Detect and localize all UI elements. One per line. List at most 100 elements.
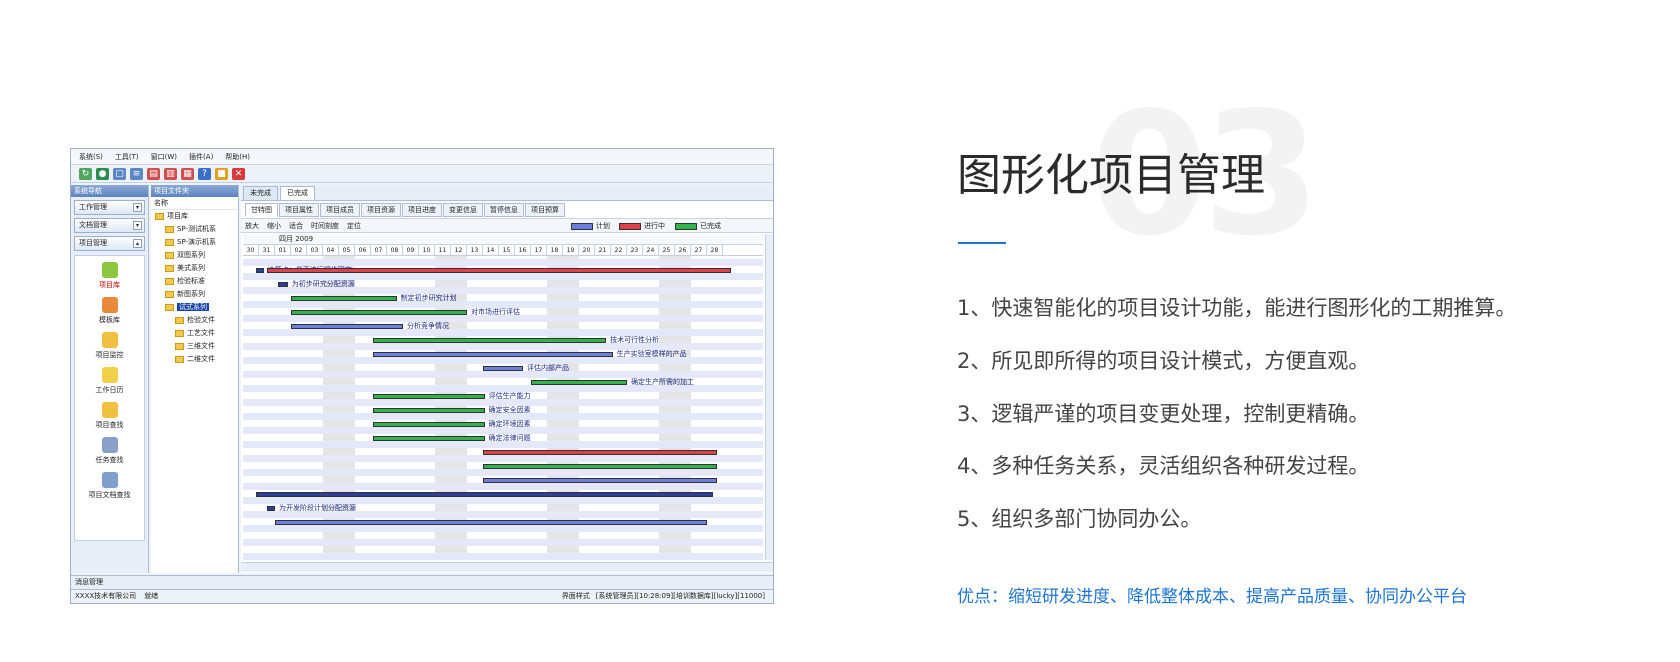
- help-icon[interactable]: ?: [198, 167, 211, 180]
- chart-icon[interactable]: ▥: [164, 167, 177, 180]
- doc-icon[interactable]: ▦: [181, 167, 194, 180]
- menu-item[interactable]: 帮助(H): [225, 152, 250, 162]
- tree-node[interactable]: 三维文件: [151, 340, 238, 353]
- day-label: 08: [387, 245, 403, 256]
- gantt-task-label: 确定生产所需的加工: [631, 378, 694, 386]
- gantt-task-bar[interactable]: [255, 492, 714, 497]
- menu-item[interactable]: 系统(S): [79, 152, 103, 162]
- nav-item-task-search[interactable]: 任务查找: [75, 437, 144, 465]
- folder-icon: [165, 238, 174, 246]
- gantt-task-bar[interactable]: [483, 450, 717, 455]
- gantt-task-bar[interactable]: [275, 520, 707, 525]
- legend-label: 进行中: [644, 222, 665, 230]
- gantt-task-bar[interactable]: [372, 422, 485, 427]
- gantt-subtab[interactable]: 项目进度: [402, 203, 442, 217]
- fit-button[interactable]: 适合: [289, 221, 303, 231]
- refresh-icon[interactable]: ↻: [79, 167, 92, 180]
- nav-group-projects[interactable]: 项目管理 ▴: [74, 236, 145, 251]
- gantt-task-label: 为开发阶段计划分配资源: [279, 504, 356, 512]
- time-scale-dropdown[interactable]: 时间刻度: [311, 221, 339, 231]
- menu-item[interactable]: 工具(T): [115, 152, 139, 162]
- tree-node[interactable]: 工艺文件: [151, 327, 238, 340]
- tree-node[interactable]: 检验标准: [151, 275, 238, 288]
- nav-item-project-search[interactable]: 项目查找: [75, 402, 144, 430]
- gantt-task-bar[interactable]: [291, 296, 397, 301]
- tree-node[interactable]: 试式系列: [151, 301, 238, 314]
- tree-node[interactable]: 新图系列: [151, 288, 238, 301]
- tree-node-label: SP-测试机系: [177, 225, 217, 233]
- gantt-task-bar[interactable]: [372, 352, 613, 357]
- zoom-in-button[interactable]: 放大: [245, 221, 259, 231]
- day-label: 28: [707, 245, 723, 256]
- exit-icon[interactable]: ✕: [232, 167, 245, 180]
- toolbar: ↻ ● ▢ ≡ ▤ ▥ ▦ ? ■ ✕: [71, 165, 773, 183]
- tree-nodes: 项目库 SP-测试机系 SP-演示机系双图系列 美式系列 检验标准 新图系列试式系列检验文…: [151, 210, 238, 366]
- day-label: 03: [307, 245, 323, 256]
- zoom-out-button[interactable]: 缩小: [267, 221, 281, 231]
- gantt-task-bar[interactable]: [483, 464, 717, 469]
- gantt-chart: 四月 2009 30 31 01 02 03 04 05 06 07 08 09 10 11 12 13 14…: [243, 234, 763, 560]
- gantt-subtab[interactable]: 项目预算: [525, 203, 565, 217]
- tree-node[interactable]: 二维文件: [151, 353, 238, 366]
- gantt-task-bar[interactable]: [255, 268, 264, 273]
- nav-group-docs[interactable]: 文档管理 ▾: [74, 218, 145, 233]
- gantt-task-bar[interactable]: [372, 394, 485, 399]
- nav-group-work[interactable]: 工作管理 ▾: [74, 200, 145, 215]
- nav-item-label: 模板库: [99, 316, 120, 324]
- horizontal-scrollbar[interactable]: [241, 562, 773, 572]
- message-panel-tab[interactable]: 消息管理: [71, 575, 773, 589]
- list-icon[interactable]: ≡: [130, 167, 143, 180]
- search-icon: [101, 402, 118, 418]
- gantt-subtab[interactable]: 暂停信息: [484, 203, 524, 217]
- day-label: 23: [627, 245, 643, 256]
- legend-label: 计划: [596, 222, 610, 230]
- window-icon[interactable]: ▢: [113, 167, 126, 180]
- gantt-task-bar[interactable]: [372, 338, 607, 343]
- gantt-task-bar[interactable]: [291, 324, 403, 329]
- tree-node[interactable]: 项目库: [151, 210, 238, 223]
- tab-finished[interactable]: 已完成: [280, 186, 315, 200]
- gantt-subtab[interactable]: 变更信息: [443, 203, 483, 217]
- tree-node[interactable]: SP-演示机系: [151, 236, 238, 249]
- gantt-task-bar[interactable]: [483, 478, 717, 483]
- gantt-task-bar[interactable]: [372, 436, 485, 441]
- gantt-task-bar[interactable]: [291, 310, 467, 315]
- globe-icon[interactable]: ●: [96, 167, 109, 180]
- nav-item-project-library[interactable]: 项目库: [75, 262, 144, 290]
- gantt-task-bar[interactable]: [278, 282, 288, 287]
- nav-item-doc-search[interactable]: 项目文档查找: [75, 472, 144, 500]
- menu-item[interactable]: 插件(A): [189, 152, 213, 162]
- nav-item-project-monitor[interactable]: 项目监控: [75, 332, 144, 360]
- gantt-subtab[interactable]: 甘特图: [245, 203, 278, 217]
- gantt-subtab[interactable]: 项目属性: [279, 203, 319, 217]
- day-label: 14: [483, 245, 499, 256]
- gantt-subtab[interactable]: 项目成员: [320, 203, 360, 217]
- nav-item-work-calendar[interactable]: 工作日历: [75, 367, 144, 395]
- vertical-scrollbar[interactable]: [765, 234, 773, 560]
- tree-node[interactable]: 检验文件: [151, 314, 238, 327]
- doc-tabs: 未完成 已完成: [241, 185, 773, 201]
- gantt-task-bar[interactable]: [483, 366, 523, 371]
- gantt-task-bar[interactable]: [267, 506, 275, 511]
- gantt-rows: 决策点：是否进行初步研究为初步研究分配资源制定初步研究计划对市场进行评估分析竞争…: [243, 256, 763, 560]
- gantt-task-bar[interactable]: [531, 380, 627, 385]
- tree-node-label: SP-演示机系: [177, 238, 217, 246]
- lock-icon[interactable]: ■: [215, 167, 228, 180]
- legend-swatch: [571, 222, 593, 230]
- tab-unfinished[interactable]: 未完成: [243, 186, 278, 200]
- tree-node[interactable]: SP-测试机系: [151, 223, 238, 236]
- tree-node-label: 试式系列: [177, 303, 209, 311]
- locate-button[interactable]: 定位: [347, 221, 361, 231]
- gantt-task-label: 分析竞争情况: [407, 322, 449, 330]
- chevron-down-icon: ▾: [133, 203, 142, 212]
- ui-style-dropdown[interactable]: 界面样式: [562, 590, 590, 603]
- nav-item-template-library[interactable]: 模板库: [75, 297, 144, 325]
- tree-node[interactable]: 美式系列: [151, 262, 238, 275]
- row-band: [243, 483, 763, 490]
- gantt-task-bar[interactable]: [267, 268, 731, 273]
- menu-item[interactable]: 窗口(W): [151, 152, 177, 162]
- report-icon[interactable]: ▤: [147, 167, 160, 180]
- gantt-task-bar[interactable]: [372, 408, 485, 413]
- tree-node[interactable]: 双图系列: [151, 249, 238, 262]
- gantt-subtab[interactable]: 项目资源: [361, 203, 401, 217]
